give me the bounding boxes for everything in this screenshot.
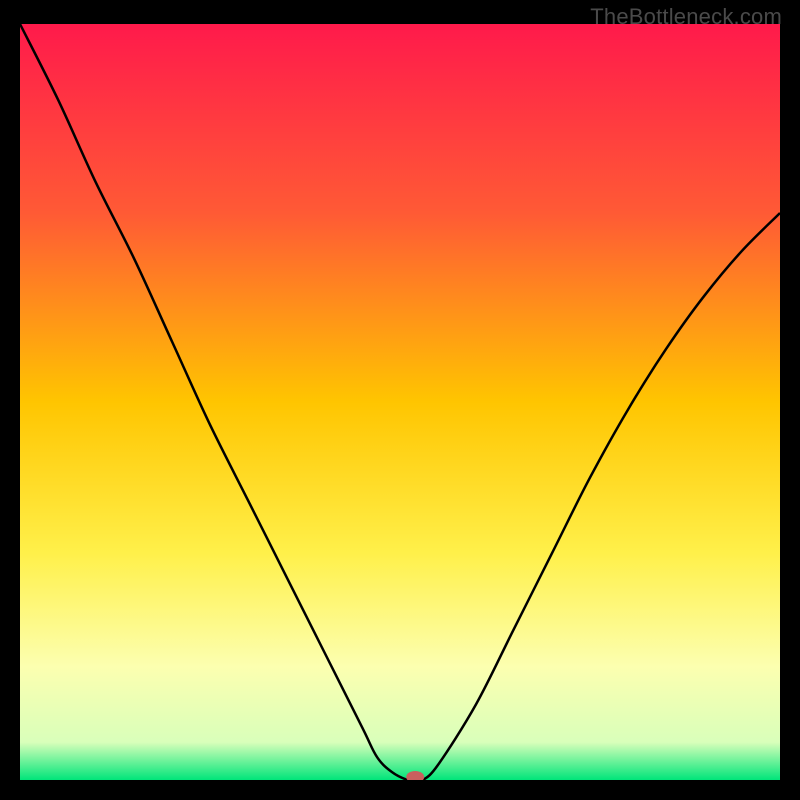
chart-plot-area xyxy=(20,24,780,780)
chart-container: { "watermark": "TheBottleneck.com", "cha… xyxy=(0,0,800,800)
chart-background xyxy=(20,24,780,780)
chart-svg xyxy=(20,24,780,780)
